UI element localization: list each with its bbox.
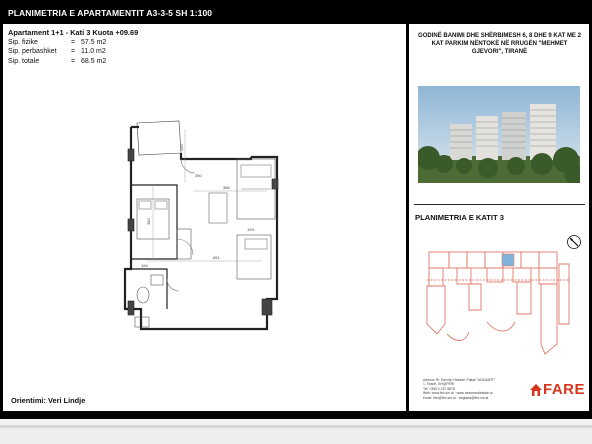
floor-title: PLANIMETRIA E KATIT 3 [415,213,505,222]
area-eq: = [71,38,76,46]
drawing-sheet: PLANIMETRIA E APARTAMENTIT A3-3-5 SH 1:1… [0,0,592,419]
floor-key-plan [426,251,570,355]
area-value: 11.0 m2 [81,48,106,55]
apartment-highlight [501,253,515,267]
dimension-label: 380 [146,218,151,225]
area-row-total: Sip. totale = 68.5 m2 [8,57,138,67]
address-line: email: info@fim-sm.al · tregtaria@fim-sm… [423,395,489,400]
title-bar: PLANIMETRIA E APARTAMENTIT A3-3-5 SH 1:1… [0,0,592,24]
dimension-label: 386 [223,185,230,190]
project-description: GODINË BANIMI DHE SHËRBIMESH 6, 8 DHE 9 … [418,33,581,55]
building-render-image [418,86,580,183]
area-eq: = [71,57,76,65]
area-value: 57.5 m2 [81,38,107,46]
dimension-label: 150 [179,144,184,151]
dimension-label: 350 [195,173,202,178]
area-row-shared: Sip. perbashket = 11.0 m2 [8,47,138,57]
area-value: 68.5 m2 [81,57,107,65]
apartment-heading: Apartament 1+1 - Kati 3 Kuota +09.69 [8,28,139,37]
info-panel: GODINË BANIMI DHE SHËRBIMESH 6, 8 DHE 9 … [409,24,589,411]
logo-text: FARE [543,381,586,398]
apartment-floor-plan: 150 386 380 651 194 350 193 [123,120,279,331]
orientation-label: Orientimi: Veri Lindje [11,396,86,405]
dimension-label: 194 [141,263,148,268]
page-bottom-strip [0,428,592,444]
apartment-info: Apartament 1+1 - Kati 3 Kuota +09.69 Sip… [8,28,138,66]
company-logo: FARE [529,381,585,398]
area-label: Sip. perbashket [8,48,57,55]
company-footer: Adresa: Rr. Dervish Hekalai, Pallati "AN… [415,372,585,406]
company-address: Adresa: Rr. Dervish Hekalai, Pallati "AN… [423,378,527,400]
sheet-title: PLANIMETRIA E APARTAMENTIT A3-3-5 SH 1:1… [8,8,213,18]
area-label: Sip. fizike [8,38,38,46]
dimension-label: 193 [247,227,254,232]
area-row-physical: Sip. fizike = 57.5 m2 [8,38,138,48]
section-divider [414,204,585,206]
area-label: Sip. totale [8,57,40,65]
house-logo-icon [530,383,542,396]
plan-panel: Apartament 1+1 - Kati 3 Kuota +09.69 Sip… [3,24,406,411]
dimension-label: 651 [213,255,220,260]
area-eq: = [71,48,76,55]
